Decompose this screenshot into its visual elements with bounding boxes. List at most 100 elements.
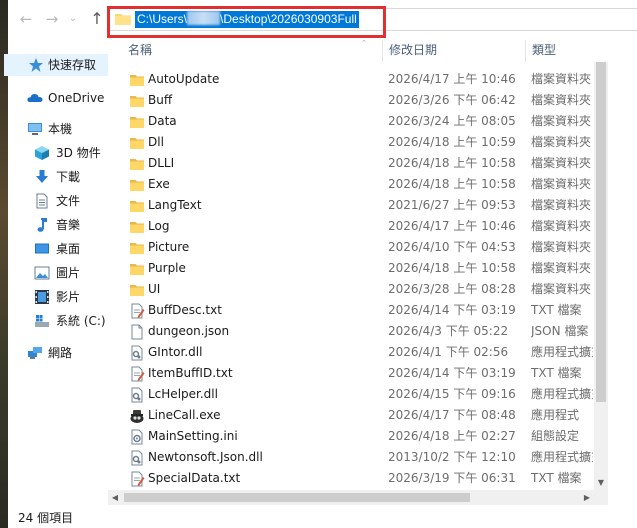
- file-type: TXT 檔案: [531, 303, 582, 317]
- sidebar-item-quick-access[interactable]: 快速存取: [4, 54, 108, 76]
- file-row[interactable]: BuffDesc.txt 2026/4/14 下午 03:19 TXT 檔案: [108, 300, 594, 321]
- horizontal-scroll-thumb[interactable]: [124, 493, 470, 502]
- file-row[interactable]: Log 2026/4/17 上午 10:46 檔案資料夾: [108, 216, 594, 237]
- document-icon: [36, 193, 48, 209]
- sidebar-item-desktop[interactable]: 桌面: [8, 238, 108, 260]
- sidebar-item-downloads[interactable]: 下載: [8, 166, 108, 188]
- sidebar-item-network[interactable]: 網路: [8, 342, 108, 364]
- download-icon: [36, 170, 48, 183]
- file-modified-date: 2026/4/14 下午 03:19: [388, 303, 516, 317]
- file-row[interactable]: MainSetting.ini 2026/4/18 上午 02:27 組態設定: [108, 426, 594, 447]
- scroll-left-arrow-icon[interactable]: ◀: [108, 490, 122, 505]
- videos-icon: [35, 290, 49, 304]
- file-row[interactable]: AutoUpdate 2026/4/17 上午 10:46 檔案資料夾: [108, 69, 594, 90]
- sidebar-item-videos[interactable]: 影片: [8, 286, 108, 308]
- background-strip: [0, 0, 8, 528]
- address-path-suffix: \Desktop\2026030903Full: [220, 12, 357, 26]
- chevron-down-icon[interactable]: ⌄: [66, 9, 80, 29]
- file-row[interactable]: LcHelper.dll 2026/4/15 下午 09:16 應用程式擴充: [108, 384, 594, 405]
- file-row[interactable]: dungeon.json 2026/4/3 下午 05:22 JSON 檔案: [108, 321, 594, 342]
- file-row[interactable]: Picture 2026/4/10 下午 04:53 檔案資料夾: [108, 237, 594, 258]
- file-modified-date: 2026/4/17 上午 10:46: [388, 219, 516, 233]
- file-row[interactable]: LangText 2021/6/27 上午 09:53 檔案資料夾: [108, 195, 594, 216]
- navigation-pane: 快速存取 OneDrive 本機 3D 物件 下載 文件 音樂 桌面 圖片 影片…: [4, 40, 108, 506]
- file-modified-date: 2026/4/1 下午 02:56: [388, 345, 509, 359]
- file-name: Data: [148, 114, 177, 128]
- folder-icon: [130, 180, 144, 191]
- sidebar-item-label: 下載: [56, 170, 81, 184]
- address-path-prefix: C:\Users\: [137, 12, 188, 26]
- file-row[interactable]: SpecialData.txt 2026/3/19 下午 06:31 TXT 檔案: [108, 468, 594, 489]
- file-type: 檔案資料夾: [531, 282, 592, 296]
- file-name: LangText: [148, 198, 202, 212]
- file-modified-date: 2026/3/26 下午 06:42: [388, 93, 516, 107]
- column-header-type[interactable]: 類型: [525, 40, 595, 62]
- file-row[interactable]: UI 2026/3/28 上午 08:28 檔案資料夾: [108, 279, 594, 300]
- file-row[interactable]: ItemBuffID.txt 2026/4/14 下午 03:19 TXT 檔案: [108, 363, 594, 384]
- file-row[interactable]: LineCall.exe 2026/4/17 下午 08:48 應用程式: [108, 405, 594, 426]
- sidebar-item-onedrive[interactable]: OneDrive: [8, 87, 108, 109]
- file-row[interactable]: Buff 2026/3/26 下午 06:42 檔案資料夾: [108, 90, 594, 111]
- column-header-date[interactable]: 修改日期: [382, 40, 525, 62]
- arrow-right-icon[interactable]: →: [42, 9, 62, 29]
- folder-icon: [115, 14, 131, 25]
- music-icon: [37, 218, 47, 232]
- cloud-icon: [27, 94, 43, 102]
- file-name: BuffDesc.txt: [148, 303, 222, 317]
- file-modified-date: 2026/4/14 下午 03:19: [388, 366, 516, 380]
- address-path-text[interactable]: C:\Users\ \Desktop\2026030903Full: [135, 11, 359, 28]
- file-row[interactable]: Data 2026/3/24 上午 08:05 檔案資料夾: [108, 111, 594, 132]
- file-type: TXT 檔案: [531, 366, 582, 380]
- sidebar-item-drive-c[interactable]: 系統 (C:): [8, 310, 108, 332]
- file-row[interactable]: GIntor.dll 2026/4/1 下午 02:56 應用程式擴充: [108, 342, 594, 363]
- horizontal-scrollbar[interactable]: ◀ ▶: [108, 490, 594, 505]
- sort-caret-icon: ⌃: [361, 39, 367, 47]
- file-type: TXT 檔案: [531, 471, 582, 485]
- json-file-icon: [131, 324, 143, 340]
- file-type: 檔案資料夾: [531, 177, 592, 191]
- file-row[interactable]: DLLI 2026/4/18 上午 10:58 檔案資料夾: [108, 153, 594, 174]
- file-name: LcHelper.dll: [148, 387, 218, 401]
- file-modified-date: 2026/4/15 下午 09:16: [388, 387, 516, 401]
- star-icon: [29, 58, 43, 72]
- vertical-scroll-thumb[interactable]: [596, 62, 606, 402]
- pictures-icon: [34, 266, 50, 280]
- file-row[interactable]: Newtonsoft.Json.dll 2013/10/2 下午 12:10 應用程…: [108, 447, 594, 468]
- folder-icon: [130, 75, 144, 86]
- sidebar-item-documents[interactable]: 文件: [8, 190, 108, 212]
- column-header-name[interactable]: 名稱: [122, 40, 382, 62]
- sidebar-item-label: 快速存取: [48, 58, 97, 72]
- folder-icon: [130, 96, 144, 107]
- scroll-down-arrow-icon[interactable]: ▼: [594, 476, 608, 490]
- sidebar-item-this-pc[interactable]: 本機: [8, 118, 108, 140]
- file-row[interactable]: Dll 2026/4/18 上午 10:59 檔案資料夾: [108, 132, 594, 153]
- file-type: 檔案資料夾: [531, 261, 592, 275]
- sidebar-item-3d-objects[interactable]: 3D 物件: [8, 142, 108, 164]
- app-exe-icon: [130, 410, 144, 423]
- sidebar-item-pictures[interactable]: 圖片: [8, 262, 108, 284]
- network-icon: [28, 347, 42, 359]
- file-name: AutoUpdate: [148, 72, 220, 86]
- folder-icon: [130, 117, 144, 128]
- address-bar[interactable]: C:\Users\ \Desktop\2026030903Full: [108, 8, 637, 31]
- dll-file-icon: [131, 450, 143, 466]
- file-name: Purple: [148, 261, 186, 275]
- file-name: Picture: [148, 240, 190, 254]
- drive-icon: [35, 315, 49, 327]
- file-modified-date: 2021/6/27 上午 09:53: [388, 198, 516, 212]
- desktop-icon: [35, 243, 49, 254]
- sidebar-item-label: OneDrive: [48, 91, 105, 105]
- file-modified-date: 2013/10/2 下午 12:10: [388, 450, 516, 464]
- text-file-icon: [131, 471, 145, 487]
- file-row[interactable]: Purple 2026/4/18 上午 10:58 檔案資料夾: [108, 258, 594, 279]
- vertical-scrollbar[interactable]: ▼: [594, 62, 608, 490]
- arrow-up-icon[interactable]: ↑: [87, 9, 107, 29]
- file-name: DLLI: [148, 156, 175, 170]
- sidebar-item-music[interactable]: 音樂: [8, 214, 108, 236]
- file-row[interactable]: Exe 2026/4/18 上午 10:58 檔案資料夾: [108, 174, 594, 195]
- scroll-right-arrow-icon[interactable]: ▶: [580, 490, 594, 505]
- arrow-left-icon[interactable]: ←: [16, 9, 36, 29]
- file-type: 檔案資料夾: [531, 135, 592, 149]
- file-name: MainSetting.ini: [148, 429, 238, 443]
- file-type: 檔案資料夾: [531, 93, 592, 107]
